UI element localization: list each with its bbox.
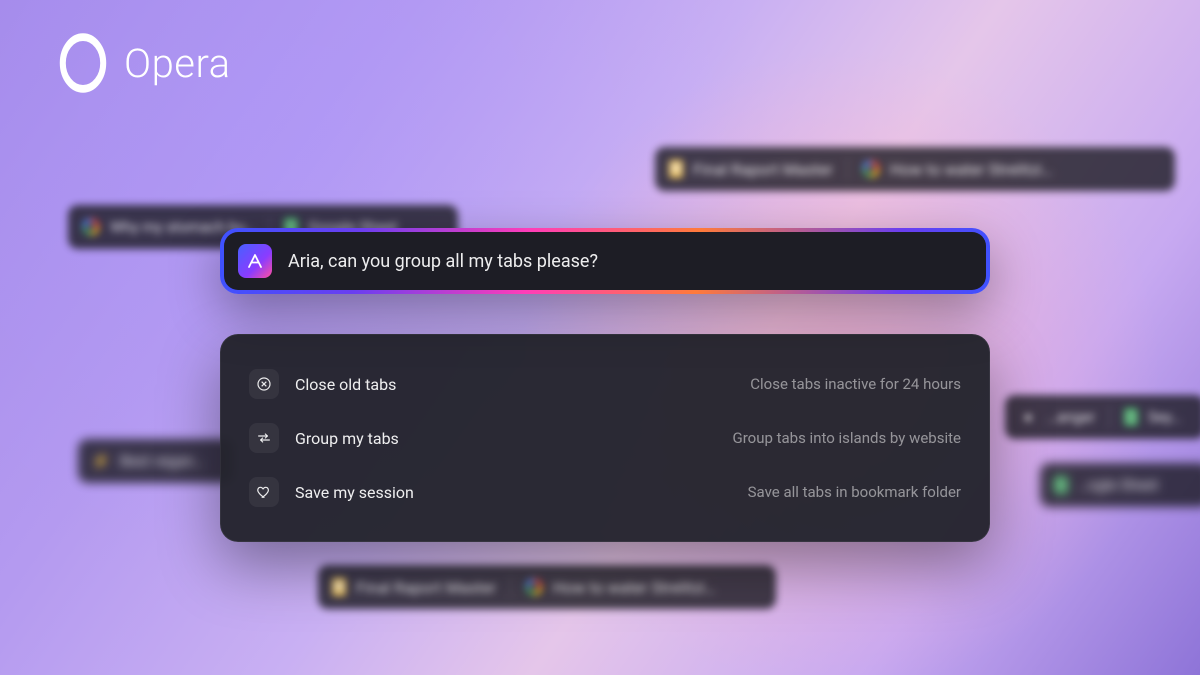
suggestion-close-old-tabs[interactable]: Close old tabs Close tabs inactive for 2… [249,357,961,411]
background-tab-group: ● …anger Sey… [1005,395,1200,439]
google-icon [82,218,100,236]
tab-item: Sey… [1124,408,1181,426]
divider [1109,405,1110,429]
tab-label: How to water Strelitzi… [890,160,1053,179]
tab-label: Sey… [1148,408,1181,426]
tab-label: How to water Strelitzi… [553,578,716,597]
tab-item: …ogle Sheet [1054,476,1158,494]
tab-label: Final Raport Master [693,160,833,179]
aria-command-input[interactable]: Aria, can you group all my tabs please? [288,251,598,272]
background-tab-group: …ogle Sheet [1040,463,1200,507]
divider [847,157,848,181]
suggestion-save-session[interactable]: Save my session Save all tabs in bookmar… [249,465,961,519]
close-circle-icon [249,369,279,399]
tab-item: How to water Strelitzi… [862,160,1053,179]
tab-item: ● …anger [1019,408,1095,426]
tab-label: …anger [1047,408,1095,426]
tab-label: Best vegan… [120,452,204,470]
brand-name: Opera [124,40,231,87]
background-tab-group: Final Raport Master How to water Strelit… [318,565,776,609]
generic-icon: ● [1019,408,1037,426]
google-icon [525,578,543,596]
aria-command-bar[interactable]: Aria, can you group all my tabs please? [220,228,990,294]
suggestion-description: Save all tabs in bookmark folder [748,483,961,501]
doc-green-icon [1054,476,1068,494]
google-icon [862,160,880,178]
suggestion-title: Save my session [295,483,414,502]
doc-yellow-icon [669,160,683,178]
suggestion-group-tabs[interactable]: Group my tabs Group tabs into islands by… [249,411,961,465]
suggestion-title: Group my tabs [295,429,399,448]
divider [510,575,511,599]
suggestion-title: Close old tabs [295,375,396,394]
suggestion-description: Close tabs inactive for 24 hours [750,375,961,393]
tab-label: Final Raport Master [356,578,496,597]
tab-item: How to water Strelitzi… [525,578,716,597]
suggestion-description: Group tabs into islands by website [732,429,961,447]
doc-green-icon [1124,408,1138,426]
tab-item: ⚡ Best vegan… [92,452,204,470]
tab-label: …ogle Sheet [1078,476,1158,494]
aria-logo-icon [238,244,272,278]
heart-icon [249,477,279,507]
background-tab-group: ⚡ Best vegan… [78,439,233,483]
zap-icon: ⚡ [92,452,110,470]
opera-logo-icon [60,33,106,92]
aria-suggestions-panel: Close old tabs Close tabs inactive for 2… [220,334,990,542]
background-tab-group: Final Raport Master How to water Strelit… [655,147,1175,191]
doc-yellow-icon [332,578,346,596]
tab-item: Final Raport Master [332,578,496,597]
tab-item: Final Raport Master [669,160,833,179]
opera-logo: Opera [56,36,231,90]
swap-icon [249,423,279,453]
